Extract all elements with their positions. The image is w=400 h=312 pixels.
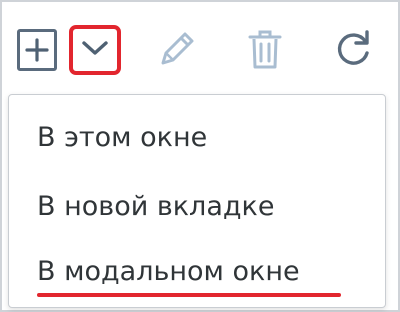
menu-item-new-tab[interactable]: В новой вкладке (37, 190, 274, 224)
trash-icon (245, 27, 285, 75)
refresh-icon (331, 27, 375, 75)
toolbar (0, 0, 400, 90)
open-mode-dropdown-menu: В этом окне В новой вкладке В модальном … (8, 94, 386, 308)
add-button[interactable] (14, 26, 60, 74)
delete-button[interactable] (240, 26, 290, 76)
dropdown-toggle-button[interactable] (69, 25, 121, 75)
edit-button[interactable] (152, 26, 202, 76)
refresh-button[interactable] (328, 26, 378, 76)
plus-square-icon (17, 29, 57, 71)
chevron-down-icon (80, 38, 110, 62)
menu-item-this-window[interactable]: В этом окне (37, 121, 207, 155)
menu-item-modal-window[interactable]: В модальном окне (37, 255, 300, 289)
pencil-icon (155, 27, 199, 75)
highlight-underline (37, 293, 341, 297)
